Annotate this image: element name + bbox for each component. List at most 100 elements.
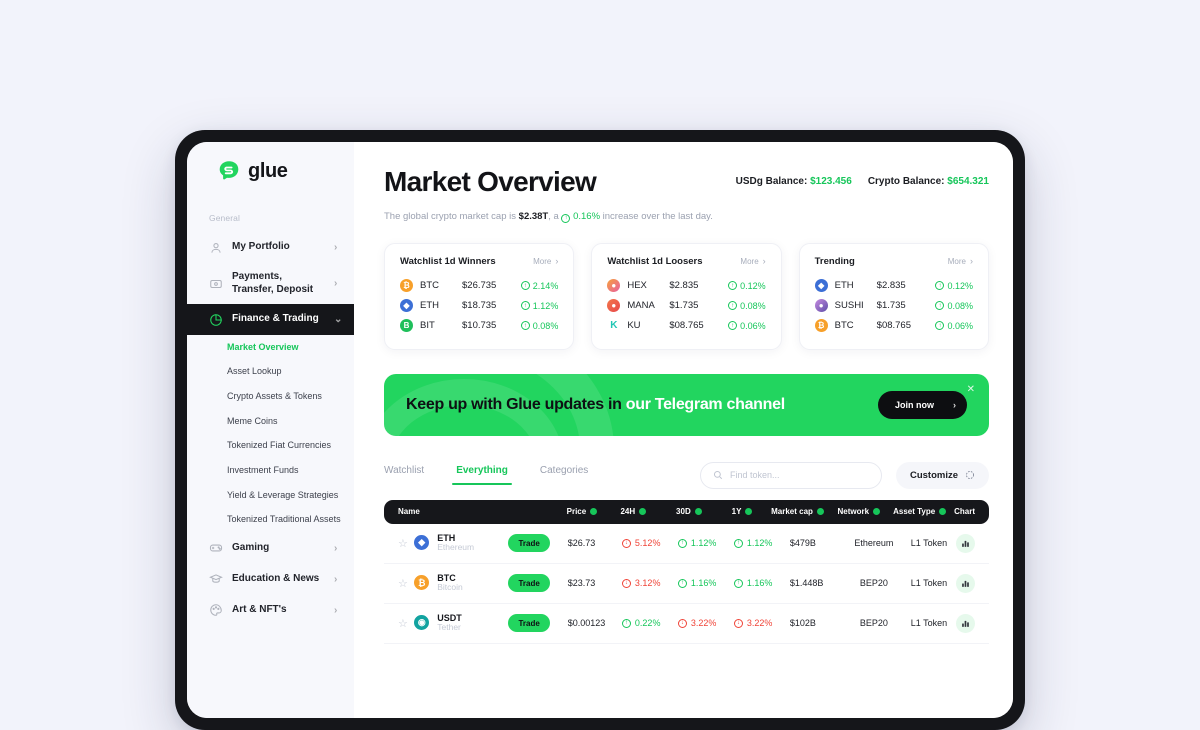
coin-price: $10.735 (462, 320, 497, 331)
coin-identity: ● SUSHI (814, 299, 877, 312)
token-chart-cell[interactable] (956, 613, 976, 633)
subtitle-pre: The global crypto market cap is (384, 211, 519, 222)
arrow-up-circle-icon: ↑ (733, 578, 743, 588)
search-input[interactable]: Find token... (699, 461, 882, 489)
column-header-market-cap[interactable]: Market cap (771, 507, 837, 516)
chevron-right-icon: › (334, 573, 338, 585)
sidebar-item-art-nfts[interactable]: Art & NFT's › (187, 595, 354, 626)
page-title: Market Overview (384, 166, 597, 197)
trade-button[interactable]: Trade (508, 574, 551, 592)
card-header: Trending More › (815, 256, 973, 267)
column-header-30d[interactable]: 30D (676, 507, 732, 516)
coin-symbol: BTC (420, 280, 439, 291)
coin-symbol: KU (627, 320, 641, 331)
sidebar-subitem-tokenized-traditional-assets[interactable]: Tokenized Traditional Assets (187, 508, 354, 533)
arrow-up-circle-icon: ↑ (621, 618, 631, 628)
card-coin-row[interactable]: ● SUSHI $1.735 ↑ 0.08% (814, 296, 973, 316)
column-header-price[interactable]: Price (567, 507, 621, 516)
sidebar-item-gaming[interactable]: Gaming › (187, 533, 354, 564)
arrow-up-circle-icon: ↑ (677, 578, 687, 588)
table-row[interactable]: ☆ ◉ USDT Tether Trade $0.00123 ↑ 0.22% ↓ 3… (384, 604, 989, 644)
trade-button[interactable]: Trade (508, 614, 551, 632)
chevron-right-icon: › (762, 256, 766, 266)
coin-price: $18.735 (462, 300, 497, 311)
chevron-right-icon: › (555, 256, 559, 266)
sidebar-subitem-tokenized-fiat-currencies[interactable]: Tokenized Fiat Currencies (187, 434, 354, 459)
token-icon: K (610, 320, 618, 331)
card-coin-row[interactable]: K KU $08.765 ↑ 0.06% (607, 316, 765, 336)
sort-indicator-icon (873, 508, 881, 515)
favorite-star-icon[interactable]: ☆ (398, 617, 414, 630)
card-coin-row[interactable]: ● HEX $2.835 ↑ 0.12% (607, 276, 766, 296)
sidebar-item-education-news[interactable]: Education & News › (187, 564, 354, 595)
coin-change-value: 0.08% (740, 300, 766, 311)
coin-change: ↑ 0.08% (520, 321, 558, 331)
card-coin-row[interactable]: ◆ ETH $18.735 ↑ 1.12% (400, 296, 558, 316)
card-more-link[interactable]: More › (740, 256, 765, 266)
sidebar-item-payments-transfer-deposit[interactable]: Payments, Transfer, Deposit › (187, 263, 354, 304)
sidebar-item-finance-trading[interactable]: Finance & Trading ⌄ (187, 304, 354, 335)
user-icon (211, 242, 221, 253)
token-asset-type: L1 Token (910, 538, 948, 548)
join-now-button[interactable]: Join now › (878, 390, 967, 419)
table-row[interactable]: ☆ ₿ BTC Bitcoin Trade $23.73 ↓ 3.12% ↑ 1.1… (384, 564, 989, 604)
card-coin-row[interactable]: ₿ BTC $26.735 ↑ 2.14% (400, 276, 558, 296)
token-icon: ● (607, 299, 621, 312)
sidebar-subitem-yield-leverage-strategies[interactable]: Yield & Leverage Strategies (187, 483, 354, 508)
coin-identity: K KU (607, 319, 669, 332)
coin-identity: ● MANA (607, 299, 669, 312)
sidebar-section-label: General (209, 213, 240, 223)
column-header-24h[interactable]: 24H (620, 507, 676, 516)
sidebar-subitem-crypto-assets-tokens[interactable]: Crypto Assets & Tokens (187, 384, 354, 409)
sidebar-subitem-investment-funds[interactable]: Investment Funds (187, 458, 354, 483)
card-header: Watchlist 1d Winners More › (400, 256, 558, 267)
coin-change-value: 1.12% (532, 300, 559, 311)
token-change-24h: ↓ 5.12% (621, 538, 678, 548)
column-header-network[interactable]: Network (838, 507, 894, 516)
arrow-down-circle-icon: ↓ (733, 618, 743, 628)
column-header-1y[interactable]: 1Y (732, 507, 771, 516)
brand-logo[interactable]: glue (187, 159, 354, 183)
card-more-link[interactable]: More › (948, 256, 973, 266)
tab-everything[interactable]: Everything (452, 465, 512, 485)
sidebar-subitem-asset-lookup[interactable]: Asset Lookup (187, 360, 354, 385)
tab-watchlist[interactable]: Watchlist (384, 465, 424, 485)
table-row[interactable]: ☆ ◆ ETH Ethereum Trade $26.73 ↓ 5.12% ↑ 1.… (384, 524, 989, 564)
sidebar: glue General My Portfolio › Payments, Tr… (187, 142, 354, 718)
card-coin-row[interactable]: ₿ BTC $08.765 ↑ 0.06% (814, 316, 973, 336)
chevron-right-icon: › (334, 542, 338, 554)
usdg-balance-label: USDg Balance: (735, 176, 808, 187)
card-coin-row[interactable]: ◆ ETH $2.835 ↑ 0.12% (814, 276, 973, 296)
token-network: BEP20 (859, 578, 888, 588)
card-coin-row[interactable]: B BIT $10.735 ↑ 0.08% (400, 316, 558, 336)
favorite-star-icon[interactable]: ☆ (398, 537, 414, 550)
coin-identity: B BIT (400, 319, 462, 332)
favorite-star-icon[interactable]: ☆ (398, 577, 414, 590)
close-icon[interactable]: ✕ (967, 384, 975, 395)
arrow-up-circle-icon: ↑ (520, 301, 530, 310)
tab-categories[interactable]: Categories (540, 465, 588, 485)
arrow-up-circle-icon: ↑ (728, 321, 738, 330)
arrow-up-circle-icon: ↑ (935, 301, 945, 310)
coin-change: ↑ 0.08% (728, 301, 766, 311)
card-more-link[interactable]: More › (533, 256, 558, 266)
column-header-asset-type[interactable]: Asset Type (893, 507, 954, 516)
arrow-down-circle-icon: ↓ (621, 538, 631, 548)
sidebar-subitem-meme-coins[interactable]: Meme Coins (187, 409, 354, 434)
sidebar-item-my-portfolio[interactable]: My Portfolio › (187, 232, 354, 263)
sort-indicator-icon (939, 508, 947, 515)
coin-price: $1.735 (876, 300, 906, 311)
trade-button[interactable]: Trade (508, 534, 551, 552)
search-icon (713, 470, 723, 480)
customize-button[interactable]: Customize (895, 461, 989, 489)
arrow-up-circle-icon: ↑ (677, 538, 687, 548)
token-price: $26.73 (567, 538, 596, 548)
coin-change-value: 0.06% (740, 320, 766, 331)
card-coin-row[interactable]: ● MANA $1.735 ↑ 0.08% (607, 296, 766, 316)
token-chart-cell[interactable] (956, 573, 976, 593)
token-chart-cell[interactable] (956, 533, 976, 553)
coin-identity: ₿ BTC (814, 319, 877, 332)
coin-change-value: 0.06% (947, 320, 973, 331)
column-header-name[interactable]: Name (398, 507, 507, 516)
sidebar-subitem-market-overview[interactable]: Market Overview (187, 335, 354, 360)
